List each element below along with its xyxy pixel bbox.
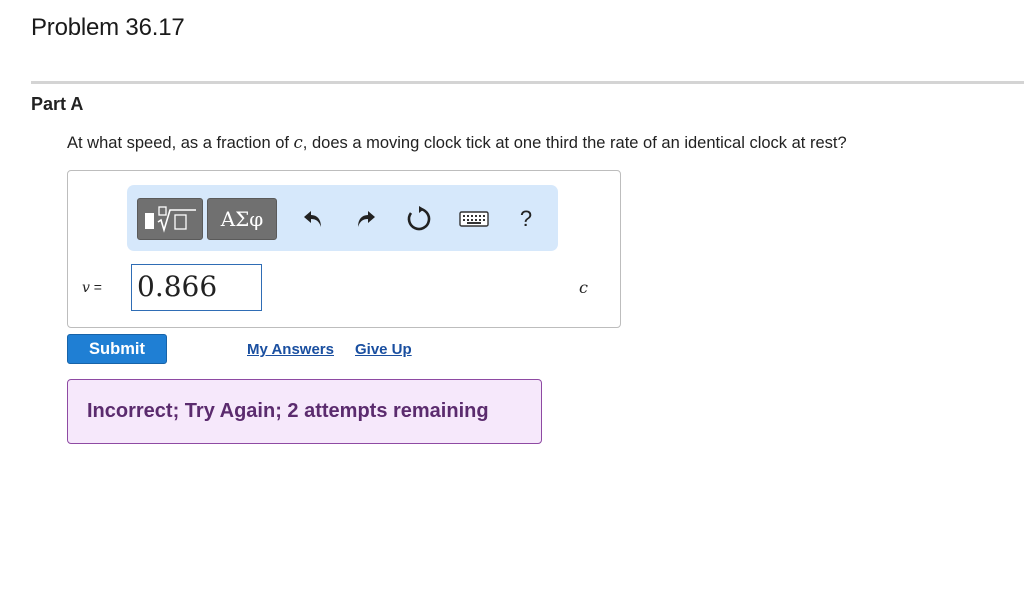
templates-icon: [145, 206, 196, 233]
answer-equals: =: [89, 279, 102, 295]
answer-input[interactable]: 0.866: [131, 264, 262, 311]
greek-symbols-button[interactable]: ΑΣφ: [207, 198, 277, 240]
submit-button[interactable]: Submit: [67, 334, 167, 364]
feedback-text: Incorrect; Try Again; 2 attempts remaini…: [87, 400, 489, 422]
question-text-before: At what speed, as a fraction of: [67, 134, 294, 152]
give-up-link[interactable]: Give Up: [355, 341, 412, 358]
my-answers-link[interactable]: My Answers: [247, 341, 334, 358]
divider: [31, 81, 1024, 84]
math-toolbar: ΑΣφ ?: [127, 185, 558, 251]
answer-panel: ΑΣφ ? v = 0.866 c: [67, 170, 621, 328]
templates-button[interactable]: [137, 198, 203, 240]
answer-variable-label: v =: [82, 279, 102, 296]
question-text: At what speed, as a fraction of c, does …: [67, 133, 847, 153]
answer-unit: c: [579, 278, 588, 297]
help-icon[interactable]: ?: [510, 203, 542, 235]
reset-icon[interactable]: [403, 203, 435, 235]
part-heading: Part A: [31, 94, 84, 114]
problem-title: Problem 36.17: [31, 14, 185, 41]
undo-icon[interactable]: [297, 203, 329, 235]
feedback-message: Incorrect; Try Again; 2 attempts remaini…: [67, 379, 542, 444]
keyboard-icon[interactable]: [457, 203, 491, 235]
redo-icon[interactable]: [350, 203, 382, 235]
question-text-after: , does a moving clock tick at one third …: [302, 134, 847, 152]
question-variable: c: [293, 133, 303, 152]
answer-variable: v: [82, 280, 90, 296]
